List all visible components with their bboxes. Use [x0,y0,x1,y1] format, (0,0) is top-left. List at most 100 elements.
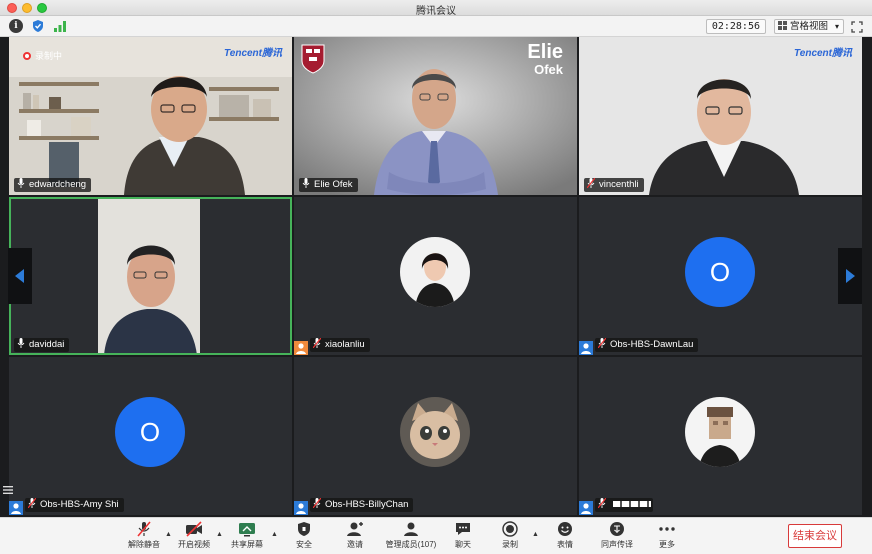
signal-icon[interactable] [53,19,67,33]
participant-video [9,197,292,355]
video-grid: 录制中 Tencent腾讯 edwardcheng Elie Ofek Elie… [0,37,872,517]
video-tile[interactable]: xiaolanliu [294,197,577,355]
reactions-button[interactable]: 表情 [537,521,593,550]
invite-icon [347,522,363,536]
microphone-muted-icon [313,338,321,348]
start-video-button[interactable]: 开启视频 [166,521,222,550]
shield-icon [298,522,310,536]
participant-initial-avatar: O [685,237,755,307]
unmute-button[interactable]: 解除静音 [116,521,172,550]
name-banner: Elie Ofek [527,42,563,78]
security-button[interactable]: 安全 [276,521,332,550]
video-tile[interactable]: Elie Ofek Elie Ofek [294,37,577,195]
microphone-muted-icon [598,338,606,348]
record-dot-icon [23,52,31,60]
pixelated-name-block [612,501,651,507]
banner-last-name: Ofek [534,62,563,77]
record-label: 录制 [502,540,518,549]
video-tile[interactable]: Tencent腾讯 vincenthli [579,37,862,195]
interpretation-button[interactable]: 同声传译 [589,521,645,550]
user-icon [294,341,308,355]
participant-name: Elie Ofek [314,179,353,190]
record-button[interactable]: 录制 [482,521,538,550]
start-video-label: 开启视频 [178,540,210,549]
meeting-timer: 02:28:56 [705,19,766,34]
participant-name: Obs-HBS-Amy Shi [40,499,119,510]
window-title: 腾讯会议 [416,6,456,17]
video-tile[interactable]: 录制中 Tencent腾讯 edwardcheng [9,37,292,195]
participant-video [579,37,862,195]
chat-label: 聊天 [455,540,471,549]
microphone-muted-icon [313,498,321,508]
previous-page-button[interactable] [8,248,32,304]
end-meeting-button[interactable]: 结束会议 [788,524,842,548]
view-mode-dropdown[interactable]: 宫格视图 ▾ [774,19,844,34]
manage-members-label: 管理成员(107) [385,540,437,549]
participant-avatar [685,397,755,467]
invite-button[interactable]: 邀请 [327,521,383,550]
chat-icon [456,523,470,535]
participant-name-tag [595,498,653,512]
mic-muted-icon [137,521,151,537]
bottom-toolbar: 解除静音 ▲ 开启视频 ▲ 共享屏幕 ▲ 安全 邀请 管理成员(107) 聊天 [0,517,872,554]
recording-indicator: 录制中 [23,49,62,62]
participant-name-tag: edwardcheng [14,178,92,192]
more-button[interactable]: 更多 [639,521,695,550]
banner-first-name: Elie [527,41,563,63]
video-tile-active-speaker[interactable]: daviddai [9,197,292,355]
video-tile[interactable] [579,357,862,515]
share-screen-button[interactable]: 共享屏幕 [219,521,275,550]
participant-name: Obs-HBS-DawnLau [610,339,694,350]
participant-name-tag: Elie Ofek [299,178,358,192]
participant-name-tag: Obs-HBS-DawnLau [595,338,699,352]
fullscreen-icon[interactable] [851,20,863,33]
chevron-right-icon [846,269,855,283]
info-icon[interactable]: i [9,19,23,33]
microphone-icon [17,178,25,188]
emoji-icon [558,522,572,536]
reactions-label: 表情 [557,540,573,549]
recording-label: 录制中 [35,51,63,61]
screen-share-icon [239,523,255,537]
participant-name-tag: xiaolanliu [310,338,370,352]
user-icon [294,501,308,515]
meeting-window: 腾讯会议 i 02:28:56 宫格视图 ▾ 录制中 Tencent腾讯 edw… [0,0,872,554]
participant-name: vincenthli [599,179,639,190]
title-bar: 腾讯会议 [0,0,872,17]
video-tile[interactable]: O Obs-HBS-Amy Shi [9,357,292,515]
participant-avatar [400,397,470,467]
shield-icon[interactable] [31,19,45,33]
participant-name: xiaolanliu [325,339,365,350]
view-mode-label: 宫格视图 [790,21,829,32]
microphone-muted-icon [598,498,606,508]
user-icon [9,501,23,515]
more-icon [659,527,675,531]
invite-label: 邀请 [347,540,363,549]
video-tile[interactable]: Obs-HBS-BillyChan [294,357,577,515]
chevron-down-icon: ▾ [834,22,839,31]
participant-name-tag: daviddai [14,338,70,352]
participant-name: Obs-HBS-BillyChan [325,499,409,510]
participant-name-tag: vincenthli [584,178,644,192]
microphone-muted-icon [28,498,36,508]
participant-name: edwardcheng [29,179,87,190]
video-tile[interactable]: O Obs-HBS-DawnLau [579,197,862,355]
tencent-logo: Tencent腾讯 [224,48,282,59]
next-page-button[interactable] [838,248,862,304]
participant-name-tag: Obs-HBS-Amy Shi [25,498,124,512]
microphone-icon [302,178,310,188]
tencent-logo: Tencent腾讯 [794,48,852,59]
security-label: 安全 [296,540,312,549]
unmute-label: 解除静音 [128,540,160,549]
participant-name: daviddai [29,339,65,350]
user-icon [579,341,593,355]
manage-members-button[interactable]: 管理成员(107) [381,521,441,550]
grid-view-icon [778,21,787,30]
microphone-icon [17,338,25,348]
camera-off-icon [186,521,202,537]
list-icon[interactable] [2,483,14,495]
record-icon [502,521,518,537]
top-toolbar: i 02:28:56 宫格视图 ▾ [0,16,872,37]
microphone-muted-icon [587,178,595,188]
interpretation-icon [610,522,624,536]
